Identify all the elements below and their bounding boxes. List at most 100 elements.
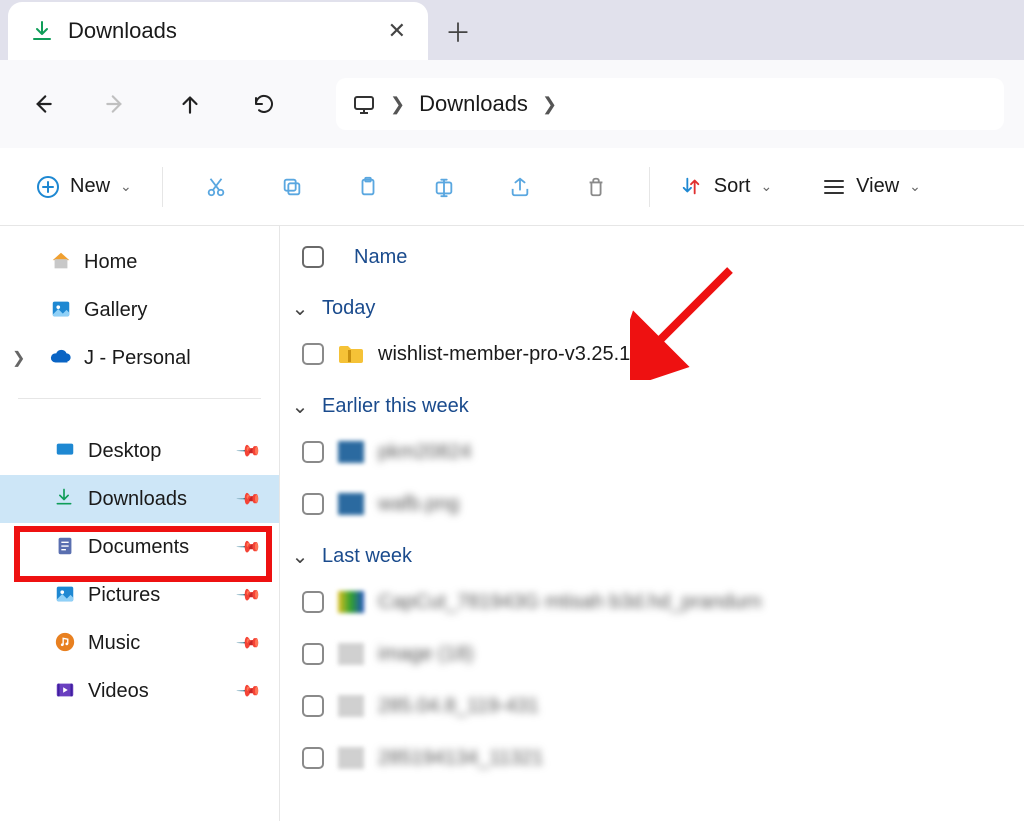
rename-button[interactable] [409, 164, 479, 210]
sidebar-item-label: J - Personal [84, 347, 191, 370]
pin-icon: 📌 [235, 629, 263, 657]
column-header-name[interactable]: Name [354, 246, 407, 269]
nav-row: ❯ Downloads ❯ [0, 60, 1024, 148]
row-checkbox[interactable] [302, 695, 324, 717]
sidebar-item-label: Videos [88, 680, 149, 703]
sidebar-item-pictures[interactable]: Pictures 📌 [0, 571, 279, 619]
sidebar-item-videos[interactable]: Videos 📌 [0, 667, 279, 715]
share-button[interactable] [485, 164, 555, 210]
delete-button[interactable] [561, 164, 631, 210]
sidebar-item-onedrive[interactable]: ❯ J - Personal [0, 334, 279, 382]
pin-icon: 📌 [235, 581, 263, 609]
group-header[interactable]: ⌄ Today [280, 288, 1024, 328]
toolbar: New ⌄ Sort ⌄ View ⌄ [0, 148, 1024, 226]
breadcrumb-current[interactable]: Downloads [419, 91, 528, 117]
chevron-right-icon[interactable]: ❯ [542, 94, 557, 115]
file-icon [338, 695, 364, 717]
close-tab-button[interactable]: ✕ [388, 18, 406, 44]
view-button[interactable]: View ⌄ [810, 175, 933, 199]
pin-icon: 📌 [235, 533, 263, 561]
group-header[interactable]: ⌄ Last week [280, 536, 1024, 576]
file-icon [338, 591, 364, 613]
file-row[interactable]: 285194134_11321 [280, 732, 1024, 784]
group-label: Today [322, 297, 375, 320]
paste-button[interactable] [333, 164, 403, 210]
group-label: Last week [322, 545, 412, 568]
content-pane: Name ⌄ Today wishlist-member-pro-v3.25.1… [280, 226, 1024, 821]
sidebar-item-music[interactable]: Music 📌 [0, 619, 279, 667]
home-icon [50, 250, 74, 274]
tab-downloads[interactable]: Downloads ✕ [8, 2, 428, 60]
tab-title: Downloads [68, 18, 177, 44]
sidebar-item-label: Downloads [88, 488, 187, 511]
row-checkbox[interactable] [302, 591, 324, 613]
group-last-week: ⌄ Last week CapCut_781943G mtisah b3d.hd… [280, 536, 1024, 784]
file-name: wishlist-member-pro-v3.25.1 [378, 343, 630, 366]
new-tab-button[interactable]: ＋ [428, 2, 488, 60]
file-row[interactable]: image (18) [280, 628, 1024, 680]
documents-icon [54, 535, 78, 559]
plus-circle-icon [36, 175, 60, 199]
group-header[interactable]: ⌄ Earlier this week [280, 386, 1024, 426]
gallery-icon [50, 298, 74, 322]
sort-icon [680, 175, 704, 199]
row-checkbox[interactable] [302, 343, 324, 365]
sort-label: Sort [714, 175, 751, 198]
download-icon [30, 19, 54, 43]
chevron-down-icon: ⌄ [760, 178, 772, 195]
forward-button[interactable] [94, 82, 138, 126]
sidebar-item-gallery[interactable]: Gallery [0, 286, 279, 334]
videos-icon [54, 679, 78, 703]
file-name: 285.04.8_119-431 [378, 695, 539, 718]
row-checkbox[interactable] [302, 643, 324, 665]
file-icon [338, 493, 364, 515]
refresh-button[interactable] [242, 82, 286, 126]
back-button[interactable] [20, 82, 64, 126]
new-label: New [70, 175, 110, 198]
breadcrumb-bar[interactable]: ❯ Downloads ❯ [336, 78, 1004, 130]
sidebar-item-label: Gallery [84, 299, 147, 322]
new-button[interactable]: New ⌄ [24, 169, 144, 205]
sidebar-item-downloads[interactable]: Downloads 📌 [0, 475, 279, 523]
row-checkbox[interactable] [302, 441, 324, 463]
sidebar-item-label: Home [84, 251, 137, 274]
sidebar-item-documents[interactable]: Documents 📌 [0, 523, 279, 571]
chevron-down-icon: ⌄ [120, 178, 132, 195]
file-name: 285194134_11321 [378, 747, 543, 770]
sidebar-item-label: Pictures [88, 584, 160, 607]
sort-button[interactable]: Sort ⌄ [668, 175, 784, 199]
sidebar-item-desktop[interactable]: Desktop 📌 [0, 427, 279, 475]
view-list-icon [822, 175, 846, 199]
cloud-icon [50, 346, 74, 370]
file-row[interactable]: pkm20824 [280, 426, 1024, 478]
sidebar-item-home[interactable]: Home [0, 238, 279, 286]
row-checkbox[interactable] [302, 493, 324, 515]
up-button[interactable] [168, 82, 212, 126]
file-row[interactable]: 285.04.8_119-431 [280, 680, 1024, 732]
group-label: Earlier this week [322, 395, 469, 418]
divider [162, 167, 163, 207]
column-header-row: Name [280, 232, 1024, 282]
file-name: image (18) [378, 643, 474, 666]
cut-button[interactable] [181, 164, 251, 210]
this-pc-icon [352, 92, 376, 116]
file-icon [338, 747, 364, 769]
sidebar-item-label: Desktop [88, 440, 161, 463]
chevron-right-icon[interactable]: ❯ [12, 348, 25, 368]
folder-zip-icon [338, 344, 364, 364]
pictures-icon [54, 583, 78, 607]
file-icon [338, 643, 364, 665]
file-icon [338, 441, 364, 463]
row-checkbox[interactable] [302, 747, 324, 769]
view-label: View [856, 175, 899, 198]
file-row[interactable]: wafb.png [280, 478, 1024, 530]
sidebar-item-label: Documents [88, 536, 189, 559]
tab-bar: Downloads ✕ ＋ [0, 0, 1024, 60]
select-all-checkbox[interactable] [302, 246, 324, 268]
file-row[interactable]: wishlist-member-pro-v3.25.1 [280, 328, 1024, 380]
chevron-down-icon: ⌄ [288, 394, 312, 419]
file-row[interactable]: CapCut_781943G mtisah b3d.hd_prandurn [280, 576, 1024, 628]
copy-button[interactable] [257, 164, 327, 210]
chevron-down-icon: ⌄ [288, 296, 312, 321]
music-icon [54, 631, 78, 655]
